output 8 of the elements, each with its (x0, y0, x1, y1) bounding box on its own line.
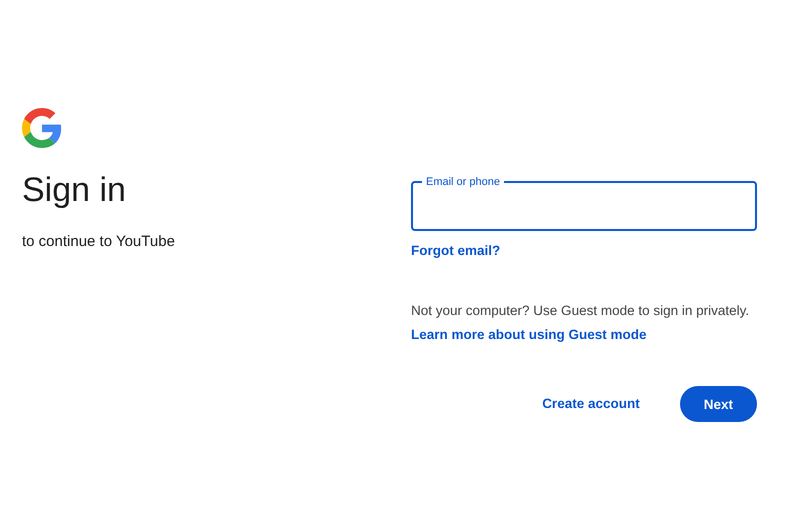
next-button[interactable]: Next (680, 386, 757, 422)
page-title: Sign in (22, 170, 127, 211)
learn-more-link[interactable]: Learn more about using Guest mode (411, 327, 647, 342)
subtitle: to continue to YouTube (22, 232, 175, 252)
create-account-button[interactable]: Create account (526, 385, 656, 424)
guest-mode-note: Not your computer? Use Guest mode to sign in privately. (411, 302, 750, 320)
logo-icon (22, 108, 62, 148)
forgot-email-link[interactable]: Forgot email? (411, 243, 500, 258)
